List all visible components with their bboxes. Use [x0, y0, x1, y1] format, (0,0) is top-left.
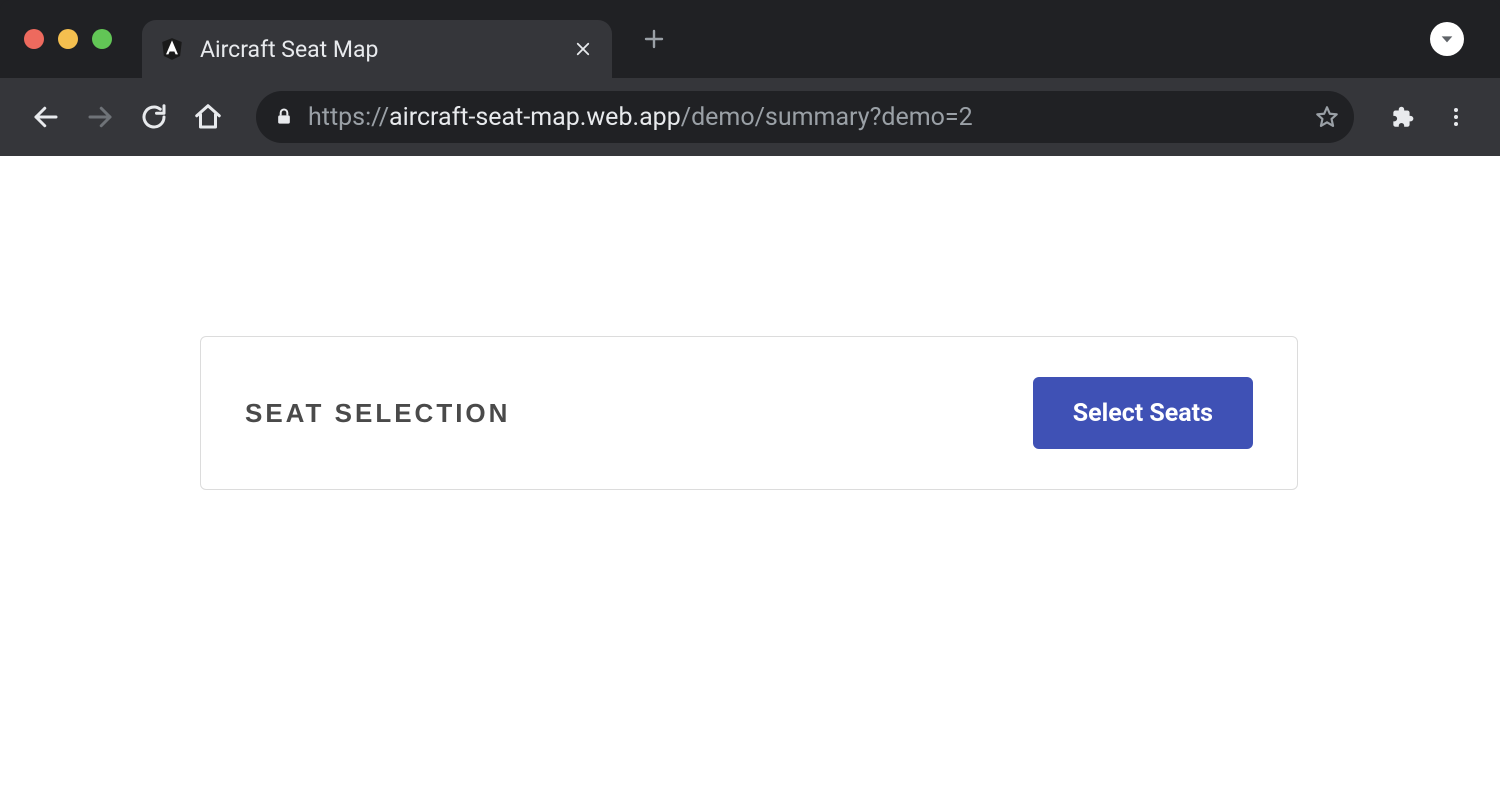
lock-icon	[274, 107, 294, 127]
window-maximize-button[interactable]	[92, 29, 112, 49]
close-tab-button[interactable]	[572, 38, 594, 60]
extensions-button[interactable]	[1378, 93, 1426, 141]
seat-selection-card: SEAT SELECTION Select Seats	[200, 336, 1298, 490]
window-minimize-button[interactable]	[58, 29, 78, 49]
seat-selection-heading: SEAT SELECTION	[245, 398, 510, 429]
new-tab-button[interactable]	[634, 19, 674, 59]
window-controls	[24, 29, 112, 49]
url-path: /demo/summary?demo=2	[681, 103, 973, 132]
url-text: https://aircraft-seat-map.web.app/demo/s…	[308, 103, 1300, 132]
tab-title: Aircraft Seat Map	[200, 36, 558, 63]
bookmark-star-icon[interactable]	[1314, 104, 1340, 130]
forward-button[interactable]	[76, 93, 124, 141]
home-button[interactable]	[184, 93, 232, 141]
tab-strip: Aircraft Seat Map	[0, 0, 1500, 78]
url-scheme: https://	[308, 103, 389, 132]
browser-tab[interactable]: Aircraft Seat Map	[142, 20, 612, 78]
select-seats-button[interactable]: Select Seats	[1033, 377, 1253, 449]
window-close-button[interactable]	[24, 29, 44, 49]
url-host: aircraft-seat-map.web.app	[389, 103, 681, 132]
browser-chrome: Aircraft Seat Map	[0, 0, 1500, 156]
profile-button[interactable]	[1430, 22, 1464, 56]
angular-icon	[158, 35, 186, 63]
back-button[interactable]	[22, 93, 70, 141]
browser-toolbar: https://aircraft-seat-map.web.app/demo/s…	[0, 78, 1500, 156]
address-bar[interactable]: https://aircraft-seat-map.web.app/demo/s…	[256, 91, 1354, 143]
page-content: SEAT SELECTION Select Seats	[0, 156, 1500, 800]
reload-button[interactable]	[130, 93, 178, 141]
browser-menu-button[interactable]	[1432, 93, 1480, 141]
